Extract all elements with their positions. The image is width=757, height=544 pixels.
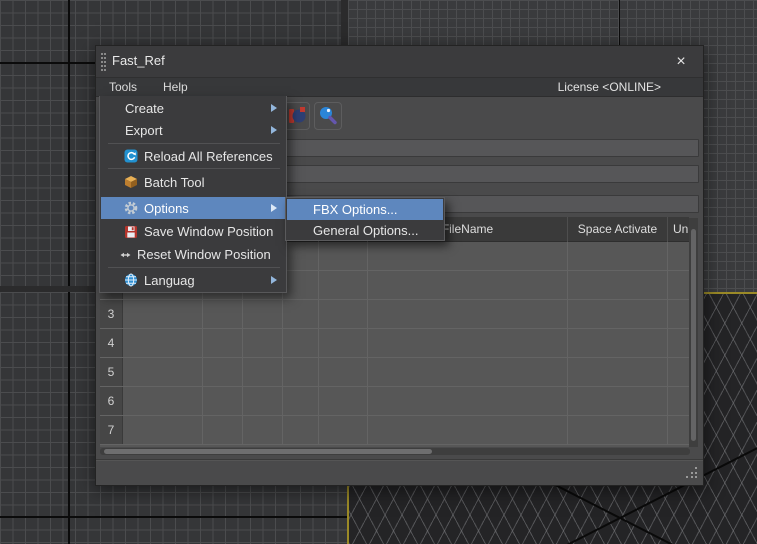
submenu-arrow-icon [271, 126, 277, 134]
menu-tools[interactable]: Tools [96, 78, 150, 97]
vertical-scrollbar-thumb[interactable] [691, 229, 696, 441]
menu-item-reset-window-position[interactable]: Reset Window Position [101, 243, 285, 266]
resize-grip[interactable] [686, 467, 697, 478]
menu-item-label: Batch Tool [144, 175, 204, 190]
tools-menu-panel: Create Export Reload All References Batc… [99, 96, 287, 293]
menu-item-label: Reload All References [144, 149, 273, 164]
table-row[interactable]: 3 [100, 300, 689, 329]
menu-item-options[interactable]: Options [101, 197, 285, 219]
title-bar[interactable]: Fast_Ref × [96, 46, 703, 78]
divider [96, 459, 703, 461]
globe-icon [124, 273, 138, 287]
options-submenu-panel: FBX Options... General Options... [285, 197, 445, 241]
menu-item-reload-all-references[interactable]: Reload All References [101, 145, 285, 167]
submenu-arrow-icon [271, 104, 277, 112]
grid-axis [68, 292, 70, 544]
row-number: 5 [100, 358, 123, 386]
menu-item-label: Export [125, 123, 163, 138]
horizontal-scrollbar[interactable] [100, 448, 690, 455]
menu-help[interactable]: Help [150, 78, 201, 97]
grid-axis [68, 0, 70, 292]
column-header-un[interactable]: Un [668, 217, 689, 242]
menu-item-label: Languag [144, 273, 195, 288]
row-number: 3 [100, 300, 123, 328]
reset-arrow-icon [120, 248, 131, 262]
magnifier-icon [315, 103, 341, 129]
floppy-icon [124, 225, 138, 239]
submenu-arrow-icon [271, 204, 277, 212]
table-row[interactable]: 5 [100, 358, 689, 387]
row-number: 4 [100, 329, 123, 357]
table-row[interactable]: 6 [100, 387, 689, 416]
toolbar-search-button[interactable] [314, 102, 342, 130]
vertical-scrollbar[interactable] [689, 218, 698, 447]
menu-separator [108, 267, 280, 268]
menu-item-export[interactable]: Export [101, 119, 285, 141]
grid-axis [0, 516, 347, 518]
table-row[interactable]: 7 [100, 416, 689, 445]
menu-item-batch-tool[interactable]: Batch Tool [101, 170, 285, 194]
gear-icon [124, 201, 138, 215]
box-icon [124, 175, 138, 189]
column-header-space-activate[interactable]: Space Activate [568, 217, 668, 242]
window-title: Fast_Ref [112, 53, 165, 68]
menu-item-label: Options [144, 201, 189, 216]
horizontal-scrollbar-thumb[interactable] [104, 449, 432, 454]
menu-separator [108, 168, 280, 169]
reload-icon [124, 149, 138, 163]
menu-item-save-window-position[interactable]: Save Window Position [101, 220, 285, 243]
close-icon[interactable]: × [671, 52, 691, 72]
menu-item-label: Reset Window Position [137, 247, 271, 262]
table-row[interactable]: 4 [100, 329, 689, 358]
menu-bar: Tools Help License <ONLINE> [96, 78, 703, 97]
screen: Fast_Ref × Tools Help License <ONLINE> [0, 0, 757, 544]
menu-item-create[interactable]: Create [101, 97, 285, 119]
menu-item-label: Create [125, 101, 164, 116]
license-status: License <ONLINE> [558, 78, 661, 97]
submenu-item-fbx-options[interactable]: FBX Options... [287, 199, 443, 220]
menu-item-languag[interactable]: Languag [101, 269, 285, 291]
submenu-item-general-options[interactable]: General Options... [287, 220, 443, 241]
drag-handle-icon[interactable] [101, 53, 106, 71]
submenu-arrow-icon [271, 276, 277, 284]
row-number: 6 [100, 387, 123, 415]
menu-item-label: Save Window Position [144, 224, 273, 239]
row-number: 7 [100, 416, 123, 444]
menu-separator [108, 143, 280, 144]
